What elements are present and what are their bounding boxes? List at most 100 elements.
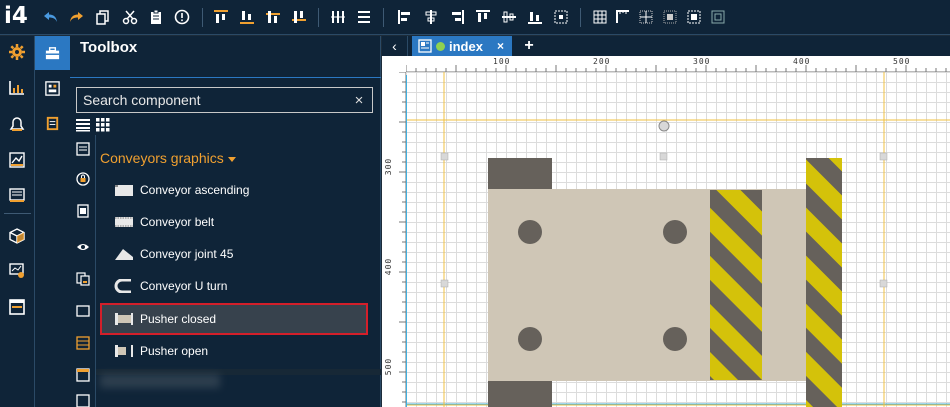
close-tab-icon[interactable]: × (497, 39, 504, 53)
tab-index[interactable]: index × (412, 36, 512, 56)
category-table-icon[interactable] (75, 335, 91, 351)
distribute-vertical-icon[interactable] (355, 8, 373, 26)
component-conveyor-belt[interactable]: Conveyor belt (100, 206, 368, 238)
top-toolbar: i4 (0, 0, 950, 35)
ruler-label: 100 (493, 57, 511, 66)
ruler-label: 500 (384, 357, 394, 376)
monitor-settings-icon[interactable] (6, 260, 28, 282)
ruler-corner (382, 56, 406, 72)
horizontal-ruler: 100 200 300 400 500 (406, 56, 950, 72)
conveyor-belt-icon (114, 215, 134, 229)
component-conveyor-joint-45[interactable]: Conveyor joint 45 (100, 238, 368, 270)
dashboard-chart-icon[interactable] (6, 77, 28, 99)
window-icon[interactable] (6, 296, 28, 318)
toolbox-underline (70, 77, 381, 78)
category-window-icon[interactable] (75, 303, 91, 319)
category-icon-list (70, 135, 95, 407)
center-page-icon[interactable] (552, 8, 570, 26)
pusher-bottom-left-block (488, 380, 552, 407)
conveyor-joint-icon (114, 247, 134, 261)
info-icon[interactable] (173, 8, 191, 26)
send-backward-icon[interactable] (290, 8, 308, 26)
component-label: Conveyor U turn (140, 279, 228, 293)
component-pusher-closed[interactable]: Pusher closed (100, 303, 368, 335)
conveyor-uturn-icon (114, 279, 134, 293)
copy-icon[interactable] (94, 8, 112, 26)
component-label: Pusher closed (140, 312, 217, 326)
search-input[interactable] (83, 92, 352, 108)
toolbox-panel: Toolbox × Conveyors graphics Conveyor as… (70, 36, 381, 407)
align-right-icon[interactable] (448, 8, 466, 26)
component-group-header[interactable]: Conveyors graphics (100, 150, 236, 166)
pusher-hazard-plate (710, 190, 762, 380)
snap-objects-icon[interactable] (685, 8, 703, 26)
toolbar-separator (202, 8, 203, 27)
grid-icon[interactable] (591, 8, 609, 26)
alarm-bell-icon[interactable] (6, 113, 28, 135)
vertical-ruler: 300 400 500 (382, 72, 406, 407)
settings-gear-icon[interactable] (6, 41, 28, 63)
pusher-open-icon (114, 344, 134, 358)
strip-separator (4, 213, 31, 214)
component-search-box: × (76, 87, 373, 113)
status-dot-icon (436, 41, 445, 51)
zoom-fit-icon[interactable] (709, 8, 727, 26)
align-left-icon[interactable] (396, 8, 414, 26)
caret-down-icon (227, 156, 236, 162)
layout-icon[interactable] (35, 71, 70, 105)
category-more-icon[interactable] (75, 393, 91, 407)
main-navigation-strip (0, 36, 35, 407)
grid-view-icon[interactable] (96, 118, 110, 132)
pusher-top-left-block (488, 158, 552, 191)
align-center-icon[interactable] (422, 8, 440, 26)
report-icon[interactable] (6, 184, 28, 206)
bring-front-icon[interactable] (212, 8, 230, 26)
toolbar-separator (383, 8, 384, 27)
list-view-icon[interactable] (76, 118, 90, 132)
category-edit-icon[interactable] (75, 203, 91, 219)
category-library-icon[interactable] (75, 271, 91, 287)
tab-scroll-back-button[interactable]: ‹ (382, 36, 408, 56)
group-title-text: Conveyors graphics (100, 150, 224, 166)
category-list-icon[interactable] (75, 141, 91, 157)
category-lock-icon[interactable] (75, 171, 91, 187)
guides-icon[interactable] (661, 8, 679, 26)
align-bottom-icon[interactable] (526, 8, 544, 26)
deploy-package-icon[interactable] (6, 225, 28, 247)
ruler-icon[interactable] (614, 8, 632, 26)
pusher-bolt (518, 327, 542, 351)
design-canvas[interactable] (406, 72, 950, 407)
component-label: Conveyor belt (140, 215, 215, 229)
cut-icon[interactable] (121, 8, 139, 26)
component-conveyor-ascending[interactable]: Conveyor ascending (100, 174, 368, 206)
toolbox-title: Toolbox (80, 39, 138, 56)
editor-area: ‹ index × + 100 200 300 400 500 300 400 … (382, 36, 950, 407)
snap-grid-icon[interactable] (637, 8, 655, 26)
document-tab-bar: ‹ index × + (382, 36, 950, 56)
toolbox-icon[interactable] (35, 36, 70, 70)
bring-forward-icon[interactable] (264, 8, 282, 26)
align-middle-icon[interactable] (500, 8, 518, 26)
align-top-icon[interactable] (474, 8, 492, 26)
pusher-bolt (518, 220, 542, 244)
component-pusher-open[interactable]: Pusher open (100, 335, 368, 367)
toolbar-separator (318, 8, 319, 27)
component-conveyor-u-turn[interactable]: Conveyor U turn (100, 270, 368, 302)
pages-icon[interactable] (35, 106, 70, 140)
trend-icon[interactable] (6, 149, 28, 171)
send-back-icon[interactable] (238, 8, 256, 26)
pusher-bolt (663, 327, 687, 351)
component-label: Conveyor joint 45 (140, 247, 234, 261)
ruler-label: 200 (593, 57, 611, 66)
category-view-eye-icon[interactable] (75, 239, 91, 255)
distribute-horizontal-icon[interactable] (329, 8, 347, 26)
clear-search-icon[interactable]: × (352, 92, 366, 109)
redo-icon[interactable] (67, 8, 85, 26)
paste-icon[interactable] (147, 8, 165, 26)
conveyor-ascending-icon (114, 183, 134, 197)
add-tab-button[interactable]: + (519, 36, 539, 56)
component-label: Pusher open (140, 344, 209, 358)
category-panel-icon[interactable] (75, 367, 91, 383)
undo-icon[interactable] (42, 8, 60, 26)
editor-panel-strip (35, 36, 70, 407)
